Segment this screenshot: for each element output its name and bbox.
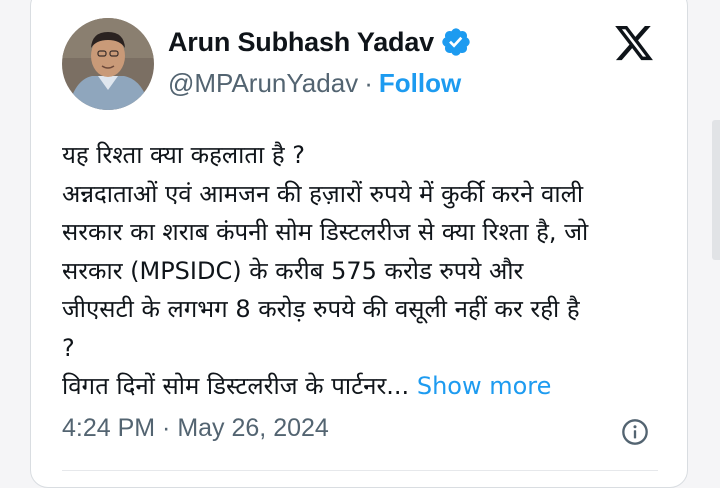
tweet-text: यह रिश्ता क्या कहलाता है ? अन्नदाताओं एव… <box>62 136 662 406</box>
tweet-last-line: विगत दिनों सोम डिस्टलरीज के पार्टनर... S… <box>62 367 662 406</box>
tweet-line: सरकार (MPSIDC) के करीब 575 करोड रुपये और <box>62 256 524 285</box>
info-icon[interactable] <box>621 418 649 446</box>
divider <box>62 470 658 471</box>
author-handle[interactable]: @MPArunYadav <box>168 68 358 99</box>
tweet-line: अन्नदाताओं एवं आमजन की हज़ारों रुपये में… <box>62 179 584 208</box>
follow-button[interactable]: Follow <box>379 68 461 99</box>
scrollbar[interactable] <box>712 120 720 260</box>
tweet-line: यह रिश्ता क्या कहलाता है ? <box>62 141 305 169</box>
author-display-name[interactable]: Arun Subhash Yadav <box>168 27 434 58</box>
avatar[interactable] <box>62 18 154 110</box>
tweet-line: जीएसटी के लगभग 8 करोड़ रुपये की वसूली नह… <box>62 295 580 323</box>
separator-dot: · <box>364 68 373 98</box>
show-more-link[interactable]: Show more <box>417 372 552 400</box>
x-logo-icon[interactable] <box>612 22 656 64</box>
tweet-line: ? <box>62 333 75 362</box>
tweet-line: सरकार का शराब कंपनी सोम डिस्टलरीज से क्य… <box>62 218 589 246</box>
tweet-timestamp[interactable]: 4:24 PM · May 26, 2024 <box>62 414 329 443</box>
verified-badge-icon <box>442 28 470 56</box>
tweet-line-truncated: विगत दिनों सोम डिस्टलरीज के पार्टनर... <box>62 372 410 400</box>
author-handle-row: @MPArunYadav · Follow <box>168 68 461 99</box>
author-name-row[interactable]: Arun Subhash Yadav <box>168 26 472 58</box>
